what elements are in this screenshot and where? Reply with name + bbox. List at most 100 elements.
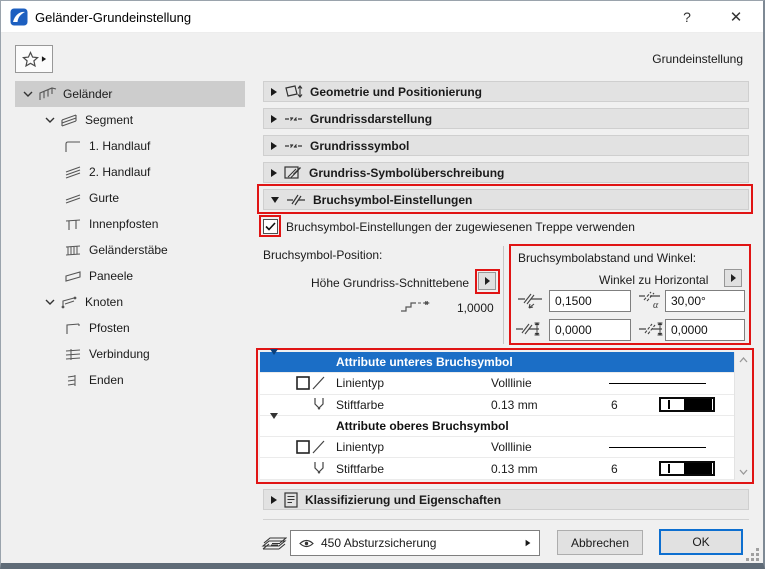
footer-divider <box>263 519 749 520</box>
geometry-icon <box>284 84 303 100</box>
scroll-up-icon[interactable] <box>735 352 751 368</box>
angle-input[interactable] <box>665 290 745 312</box>
handrail-1-icon <box>63 140 85 153</box>
ends-icon <box>63 374 85 387</box>
segment-icon <box>59 114 81 127</box>
section-geometrie[interactable]: Geometrie und Positionierung <box>263 81 749 102</box>
chevron-down-icon[interactable] <box>19 91 37 98</box>
svg-text:α: α <box>653 300 659 310</box>
break-symbol-attribute-table: Attribute unteres Bruchsymbol Linientyp … <box>260 352 734 480</box>
tree-item-paneele[interactable]: Paneele <box>15 263 245 289</box>
collapsed-arrow-icon <box>271 169 277 177</box>
expanded-arrow-icon[interactable] <box>270 419 278 433</box>
tree-item-handlauf-1[interactable]: 1. Handlauf <box>15 133 245 159</box>
upper-offset-icon <box>638 321 666 338</box>
section-klassifizierung[interactable]: Klassifizierung und Eigenschaften <box>263 489 749 510</box>
node-icon <box>59 296 81 309</box>
tree-item-gurte[interactable]: Gurte <box>15 185 245 211</box>
tree-item-handlauf-2[interactable]: 2. Handlauf <box>15 159 245 185</box>
angle-mode-label: Winkel zu Horizontal <box>599 273 708 287</box>
section-grundrisssymbol[interactable]: Grundrisssymbol <box>263 135 749 156</box>
cancel-button[interactable]: Abbrechen <box>557 530 643 555</box>
lower-offset-icon <box>515 321 543 338</box>
stair-cut-plane-icon <box>399 298 433 314</box>
component-tree: Geländer Segment 1. Handlauf 2. Handlauf… <box>15 81 245 401</box>
break-angle-alpha-icon: α <box>638 291 663 310</box>
section-bruchsymbol[interactable]: Bruchsymbol-Einstellungen <box>263 189 749 210</box>
ok-button[interactable]: OK <box>659 529 743 555</box>
row-linetype-lower[interactable]: Linientyp Volllinie <box>260 373 734 394</box>
tree-item-verbindung[interactable]: Verbindung <box>15 341 245 367</box>
title-bar: Geländer-Grundeinstellung ? ✕ <box>1 1 763 33</box>
height-mode-flyout-button[interactable] <box>478 272 496 290</box>
checkmark-icon <box>265 222 276 231</box>
post-icon <box>63 322 85 335</box>
collapsed-arrow-icon <box>271 88 277 96</box>
flyout-arrow-icon <box>731 274 736 282</box>
angle-mode-flyout-button[interactable] <box>724 269 742 287</box>
resize-grip[interactable] <box>745 547 759 561</box>
layer-selector[interactable]: 450 Absturzsicherung <box>290 530 540 556</box>
collapsed-arrow-icon <box>271 115 277 123</box>
section-grundrissdarstellung[interactable]: Grundrissdarstellung <box>263 108 749 129</box>
close-button[interactable]: ✕ <box>715 1 757 32</box>
eye-icon <box>299 539 314 548</box>
line-preview <box>609 383 706 385</box>
column-divider <box>503 246 504 344</box>
lower-offset-input[interactable] <box>549 319 631 341</box>
expanded-arrow-icon[interactable] <box>270 355 278 369</box>
tree-item-gelaender[interactable]: Geländer <box>15 81 245 107</box>
layers-icon <box>261 532 287 552</box>
archicad-logo-icon <box>10 8 28 26</box>
angle-panel-title: Bruchsymbolabstand und Winkel: <box>518 251 696 265</box>
handrail-2-icon <box>63 166 85 179</box>
section-symboluberschreibung[interactable]: Grundriss-Symbolüberschreibung <box>263 162 749 183</box>
balusters-icon <box>63 244 85 257</box>
tree-item-innenpfosten[interactable]: Innenpfosten <box>15 211 245 237</box>
flyout-arrow-icon <box>526 540 531 546</box>
table-scrollbar[interactable] <box>734 352 750 480</box>
break-distance-input[interactable] <box>549 290 631 312</box>
row-pencolor-lower[interactable]: Stiftfarbe 0.13 mm 6 <box>260 395 734 416</box>
layer-value: 450 Absturzsicherung <box>321 536 436 550</box>
position-group-label: Bruchsymbol-Position: <box>263 248 382 262</box>
star-icon <box>22 51 39 68</box>
upper-offset-input[interactable] <box>665 319 745 341</box>
row-linetype-upper[interactable]: Linientyp Volllinie <box>260 437 734 458</box>
chevron-down-icon[interactable] <box>41 299 59 306</box>
plan-display-icon <box>284 114 303 124</box>
document-icon <box>284 492 298 508</box>
tree-item-pfosten[interactable]: Pfosten <box>15 315 245 341</box>
chevron-down-icon[interactable] <box>41 117 59 124</box>
tree-item-enden[interactable]: Enden <box>15 367 245 393</box>
tree-item-gelaenderstaebe[interactable]: Geländerstäbe <box>15 237 245 263</box>
height-mode-label: Höhe Grundriss-Schnittebene <box>311 276 469 290</box>
linetype-icon <box>296 376 326 390</box>
inner-posts-icon <box>63 218 85 231</box>
tree-item-segment[interactable]: Segment <box>15 107 245 133</box>
break-symbol-icon <box>286 193 306 207</box>
symbol-override-icon <box>284 165 302 180</box>
pen-color-swatch[interactable] <box>659 461 715 476</box>
group-header-lower[interactable]: Attribute unteres Bruchsymbol <box>260 352 734 373</box>
plan-symbol-icon <box>284 141 303 151</box>
use-stair-settings-label: Bruchsymbol-Einstellungen der zugewiesen… <box>286 220 635 234</box>
line-preview <box>609 447 706 449</box>
favorites-button[interactable] <box>15 45 53 73</box>
panel-icon <box>63 270 85 283</box>
window-title: Geländer-Grundeinstellung <box>35 10 191 25</box>
collapsed-arrow-icon <box>271 142 277 150</box>
connection-icon <box>63 348 85 361</box>
rails-icon <box>63 192 85 205</box>
railing-default-settings-dialog: Geländer-Grundeinstellung ? ✕ Grundeinst… <box>0 0 765 569</box>
use-stair-settings-checkbox[interactable] <box>263 219 278 234</box>
row-pencolor-upper[interactable]: Stiftfarbe 0.13 mm 6 <box>260 458 734 479</box>
group-header-upper[interactable]: Attribute oberes Bruchsymbol <box>260 416 734 437</box>
tree-item-knoten[interactable]: Knoten <box>15 289 245 315</box>
help-button[interactable]: ? <box>666 1 708 32</box>
pen-icon <box>312 397 326 412</box>
expanded-arrow-icon <box>271 197 279 203</box>
flyout-arrow-icon <box>41 56 45 62</box>
pen-color-swatch[interactable] <box>659 397 715 412</box>
scroll-down-icon[interactable] <box>735 464 751 480</box>
